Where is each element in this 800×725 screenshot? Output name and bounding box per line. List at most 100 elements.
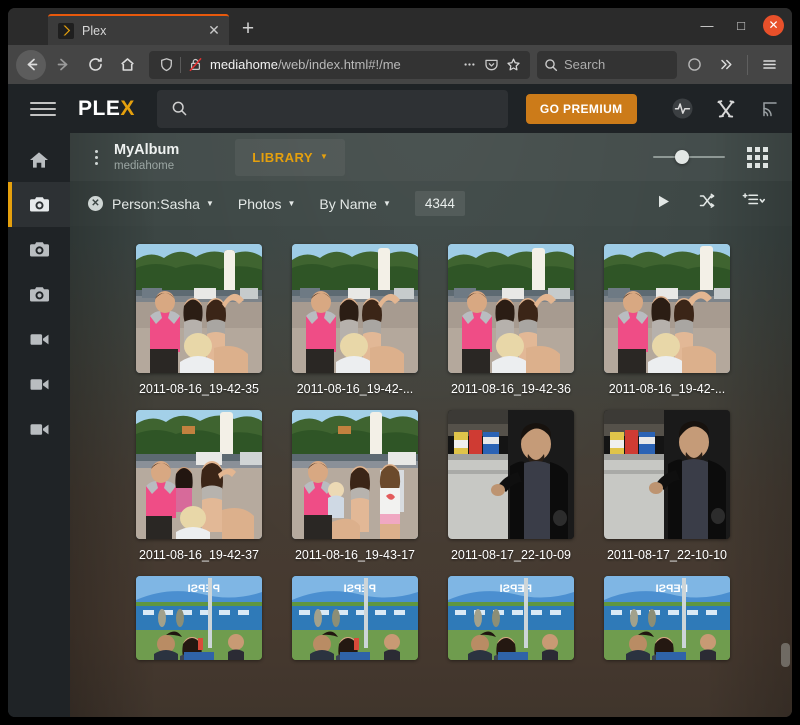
broken-lock-icon[interactable]	[184, 54, 206, 76]
photo-thumbnail[interactable]: PEPSI	[136, 576, 262, 660]
slider-thumb[interactable]	[675, 150, 689, 164]
photo-image-group-umbrella	[136, 244, 262, 373]
photo-thumbnail[interactable]	[604, 410, 730, 539]
photo-cell[interactable]: 2011-08-16_19-42-36	[448, 244, 574, 396]
minimize-button[interactable]: —	[695, 13, 719, 37]
clear-filter-icon[interactable]: ✕	[88, 196, 103, 211]
photo-thumbnail[interactable]	[136, 410, 262, 539]
album-header-actions	[653, 146, 792, 168]
photo-cell[interactable]: 2011-08-16_19-43-17	[292, 410, 418, 562]
photo-image-festival-outdoor: PEPSI	[448, 576, 574, 660]
tools-icon[interactable]	[714, 97, 738, 121]
hamburger-menu-icon[interactable]	[754, 50, 784, 80]
photo-thumbnail[interactable]: PEPSI	[448, 576, 574, 660]
plex-chevron-icon	[58, 22, 74, 39]
url-text[interactable]: mediahome/web/index.html#!/me	[206, 57, 458, 72]
sidebar-item-photos-1[interactable]	[8, 182, 70, 227]
ellipsis-icon[interactable]	[458, 54, 480, 76]
filter-type[interactable]: Photos ▼	[238, 196, 296, 212]
svg-text:PEPSI: PEPSI	[344, 583, 376, 595]
sidebar-item-videos-3[interactable]	[8, 407, 70, 452]
plex-search-input[interactable]	[156, 89, 508, 128]
photo-thumbnail[interactable]: PEPSI	[604, 576, 730, 660]
photo-image-group-umbrella	[136, 410, 262, 539]
photo-cell[interactable]: 2011-08-16_19-42-37	[136, 410, 262, 562]
sidebar-item-home[interactable]	[8, 137, 70, 182]
url-bar[interactable]: mediahome/web/index.html#!/me	[149, 50, 530, 79]
photo-thumbnail[interactable]	[604, 244, 730, 373]
album-header: MyAlbum mediahome LIBRARY ▼	[70, 133, 792, 181]
grid-view-icon[interactable]	[747, 146, 768, 168]
photo-cell[interactable]: 2011-08-17_22-10-09	[448, 410, 574, 562]
kebab-menu-icon[interactable]	[88, 149, 104, 165]
pocket-icon[interactable]	[480, 54, 502, 76]
photo-thumbnail[interactable]	[292, 410, 418, 539]
photo-image-family-umbrella	[292, 410, 418, 539]
search-icon	[172, 101, 187, 116]
photo-cell[interactable]: 2011-08-16_19-42-...	[604, 244, 730, 396]
add-to-playlist-icon[interactable]	[742, 192, 766, 215]
vertical-scrollbar-thumb[interactable]	[781, 643, 790, 667]
filter-type-label: Photos	[237, 195, 282, 212]
maximize-button[interactable]: □	[729, 13, 753, 37]
photo-caption: 2011-08-16_19-42-35	[138, 382, 259, 396]
photo-cell[interactable]: 2011-08-17_22-10-10	[604, 410, 730, 562]
plex-logo[interactable]: PLEX	[78, 97, 135, 121]
photo-cell[interactable]: PEPSI	[292, 576, 418, 669]
plex-logo-prefix: PLE	[78, 96, 121, 120]
go-premium-button[interactable]: GO PREMIUM	[525, 93, 637, 124]
photo-image-group-umbrella	[604, 244, 730, 373]
sidebar-item-videos-1[interactable]	[8, 317, 70, 362]
shuffle-icon[interactable]	[698, 192, 716, 215]
url-path: /web/index.html#!/me	[277, 57, 401, 72]
hamburger-menu-icon[interactable]	[30, 96, 56, 122]
back-arrow-icon[interactable]	[16, 49, 46, 80]
browser-search-placeholder: Search	[564, 57, 606, 72]
close-window-button[interactable]: ✕	[763, 14, 784, 36]
photo-thumbnail[interactable]	[136, 244, 262, 373]
filter-person[interactable]: Person:Sasha ▼	[112, 196, 214, 212]
photo-cell[interactable]: 2011-08-16_19-42-...	[292, 244, 418, 396]
reload-icon[interactable]	[80, 50, 110, 80]
filter-bar-actions	[655, 192, 792, 215]
browser-tab-plex[interactable]: Plex ✕	[48, 14, 229, 45]
sidebar-item-photos-2[interactable]	[8, 227, 70, 272]
photo-thumbnail[interactable]	[292, 244, 418, 373]
search-icon	[545, 58, 558, 71]
photo-caption: 2011-08-16_19-42-36	[450, 382, 571, 396]
window-controls: — □ ✕	[695, 13, 784, 37]
camera-icon	[29, 242, 49, 257]
forward-arrow-icon[interactable]	[48, 50, 78, 80]
photo-image-man-indoor	[448, 410, 574, 539]
photo-thumbnail[interactable]: PEPSI	[292, 576, 418, 660]
sidebar-item-videos-2[interactable]	[8, 362, 70, 407]
close-icon[interactable]: ✕	[205, 22, 223, 40]
library-label: LIBRARY	[252, 149, 314, 165]
photo-cell[interactable]: PEPSI	[136, 576, 262, 669]
browser-navigation-toolbar: mediahome/web/index.html#!/me Search	[8, 45, 792, 84]
shield-icon[interactable]	[155, 54, 177, 76]
photo-cell[interactable]: PEPSI	[604, 576, 730, 669]
toolbar-divider	[747, 54, 748, 75]
slider-track	[653, 156, 725, 158]
star-icon[interactable]	[502, 54, 524, 76]
library-dropdown-button[interactable]: LIBRARY ▼	[235, 138, 346, 176]
new-tab-button[interactable]: +	[233, 14, 263, 44]
photo-thumbnail[interactable]	[448, 410, 574, 539]
url-host: mediahome	[210, 57, 278, 72]
home-icon[interactable]	[112, 50, 142, 80]
photo-grid-scroll[interactable]: 2011-08-16_19-42-35 2011-08-16_19-42-...…	[70, 226, 792, 717]
sidebar-item-photos-3[interactable]	[8, 272, 70, 317]
cast-icon[interactable]	[758, 97, 782, 121]
double-chevron-icon[interactable]	[711, 50, 741, 80]
browser-search-field[interactable]: Search	[537, 50, 677, 79]
filter-sort[interactable]: By Name ▼	[319, 196, 391, 212]
photo-cell[interactable]: 2011-08-16_19-42-35	[136, 244, 262, 396]
account-circle-icon[interactable]	[679, 50, 709, 80]
photo-cell[interactable]: PEPSI	[448, 576, 574, 669]
thumbnail-size-slider[interactable]	[653, 150, 725, 164]
play-icon[interactable]	[655, 193, 672, 215]
chevron-down-icon: ▼	[287, 198, 296, 208]
photo-thumbnail[interactable]	[448, 244, 574, 373]
activity-icon[interactable]	[670, 97, 694, 121]
